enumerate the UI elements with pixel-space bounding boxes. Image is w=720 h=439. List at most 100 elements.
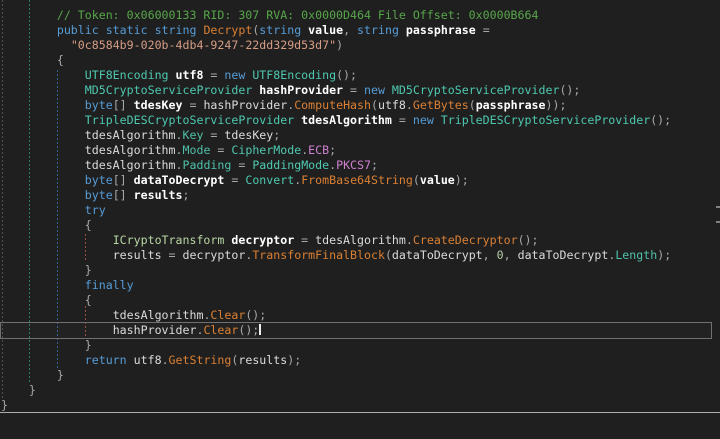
- code-line-19[interactable]: finally: [1, 278, 671, 293]
- code-token: Padding: [183, 158, 232, 172]
- code-token: ,: [343, 23, 357, 37]
- code-token: CreateDecryptor: [413, 233, 518, 247]
- code-token: PaddingMode: [252, 158, 329, 172]
- code-token: string: [357, 23, 406, 37]
- code-token: results: [134, 188, 183, 202]
- code-token: decryptor: [231, 233, 301, 247]
- code-token: [1, 113, 85, 127]
- code-line-7[interactable]: byte[] tdesKey = hashProvider.ComputeHas…: [1, 98, 671, 113]
- code-line-9[interactable]: tdesAlgorithm.Key = tdesKey;: [1, 128, 671, 143]
- code-line-21[interactable]: tdesAlgorithm.Clear();: [1, 308, 671, 323]
- code-line-13[interactable]: byte[] results;: [1, 188, 671, 203]
- code-text-area[interactable]: // Token: 0x06000133 RID: 307 RVA: 0x000…: [1, 8, 671, 413]
- code-token: =: [210, 68, 224, 82]
- code-token: hashProvider: [203, 98, 287, 112]
- code-token: tdesAlgorithm: [85, 128, 176, 142]
- code-token: new: [413, 113, 441, 127]
- code-token: ;: [273, 128, 280, 142]
- code-token: // Token: 0x06000133 RID: 307 RVA: 0x000…: [57, 8, 539, 22]
- code-token: (: [371, 98, 378, 112]
- code-line-24[interactable]: return utf8.GetString(results);: [1, 353, 671, 368]
- code-token: [1, 188, 85, 202]
- code-token: []: [113, 188, 134, 202]
- code-token: =: [210, 143, 231, 157]
- code-token: decryptor: [183, 248, 246, 262]
- code-token: [1, 368, 57, 382]
- code-line-4[interactable]: {: [1, 53, 671, 68]
- code-token: [1, 128, 85, 142]
- code-token: passphrase: [406, 23, 483, 37]
- code-token: "0c8584b9-020b-4db4-9247-22dd329d53d7": [71, 38, 336, 52]
- code-token: dataToDecrypt: [518, 248, 609, 262]
- code-token: Key: [183, 128, 204, 142]
- code-token: MD5CryptoServiceProvider: [85, 83, 260, 97]
- code-line-5[interactable]: UTF8Encoding utf8 = new UTF8Encoding();: [1, 68, 671, 83]
- code-line-20[interactable]: {: [1, 293, 671, 308]
- code-line-16[interactable]: ICryptoTransform decryptor = tdesAlgorit…: [1, 233, 671, 248]
- code-token: [1, 8, 57, 22]
- code-token: GetString: [169, 353, 232, 367]
- code-token: [1, 38, 71, 52]
- code-token: try: [85, 203, 106, 217]
- code-line-27[interactable]: }: [1, 398, 671, 413]
- code-token: [1, 98, 85, 112]
- code-line-12[interactable]: byte[] dataToDecrypt = Convert.FromBase6…: [1, 173, 671, 188]
- code-token: {: [85, 293, 92, 307]
- code-token: =: [203, 128, 224, 142]
- code-token: dataToDecrypt: [392, 248, 483, 262]
- code-token: .: [176, 158, 183, 172]
- code-line-18[interactable]: }: [1, 263, 671, 278]
- code-token: [1, 353, 85, 367]
- code-token: MD5CryptoServiceProvider: [392, 83, 560, 97]
- code-token: [1, 308, 113, 322]
- code-token: =: [483, 23, 490, 37]
- code-token: tdesKey: [134, 98, 190, 112]
- code-line-1[interactable]: // Token: 0x06000133 RID: 307 RVA: 0x000…: [1, 8, 671, 23]
- code-token: =: [301, 233, 315, 247]
- code-token: ,: [504, 248, 518, 262]
- code-line-14[interactable]: try: [1, 203, 671, 218]
- code-line-3[interactable]: "0c8584b9-020b-4db4-9247-22dd329d53d7"): [1, 38, 671, 53]
- code-token: ECB: [308, 143, 329, 157]
- code-token: }: [1, 398, 8, 412]
- code-token: tdesAlgorithm: [85, 143, 176, 157]
- code-token: =: [189, 98, 203, 112]
- code-line-11[interactable]: tdesAlgorithm.Padding = PaddingMode.PKCS…: [1, 158, 671, 173]
- code-token: [1, 173, 85, 187]
- code-token: UTF8Encoding: [252, 68, 336, 82]
- end-of-file-separator: [0, 412, 720, 413]
- code-token: {: [85, 218, 92, 232]
- code-line-10[interactable]: tdesAlgorithm.Mode = CipherMode.ECB;: [1, 143, 671, 158]
- code-token: Length: [615, 248, 657, 262]
- code-token: .: [406, 233, 413, 247]
- code-token: (: [385, 248, 392, 262]
- code-token: FromBase64String: [301, 173, 413, 187]
- code-line-2[interactable]: public static string Decrypt(string valu…: [1, 23, 671, 38]
- code-token: dataToDecrypt: [134, 173, 232, 187]
- code-token: []: [113, 173, 134, 187]
- code-token: TripleDESCryptoServiceProvider: [85, 113, 301, 127]
- code-line-6[interactable]: MD5CryptoServiceProvider hashProvider = …: [1, 83, 671, 98]
- code-token: [1, 233, 113, 247]
- code-line-23[interactable]: }: [1, 338, 671, 353]
- code-line-22[interactable]: hashProvider.Clear();: [1, 323, 671, 338]
- code-line-8[interactable]: TripleDESCryptoServiceProvider tdesAlgor…: [1, 113, 671, 128]
- code-token: 0: [497, 248, 504, 262]
- code-token: }: [29, 383, 36, 397]
- code-token: tdesAlgorithm: [301, 113, 399, 127]
- code-token: }: [85, 338, 92, 352]
- code-line-17[interactable]: results = decryptor.TransformFinalBlock(…: [1, 248, 671, 263]
- code-editor[interactable]: // Token: 0x06000133 RID: 307 RVA: 0x000…: [0, 0, 720, 439]
- code-line-26[interactable]: }: [1, 383, 671, 398]
- code-line-15[interactable]: {: [1, 218, 671, 233]
- code-token: [1, 53, 57, 67]
- code-token: Convert: [245, 173, 294, 187]
- code-token: GetBytes: [413, 98, 469, 112]
- code-token: [1, 158, 85, 172]
- code-line-25[interactable]: }: [1, 368, 671, 383]
- code-token: [1, 203, 85, 217]
- code-token: Clear: [203, 323, 238, 337]
- code-token: CipherMode: [231, 143, 301, 157]
- code-token: ();: [238, 323, 259, 337]
- code-token: tdesAlgorithm: [85, 158, 176, 172]
